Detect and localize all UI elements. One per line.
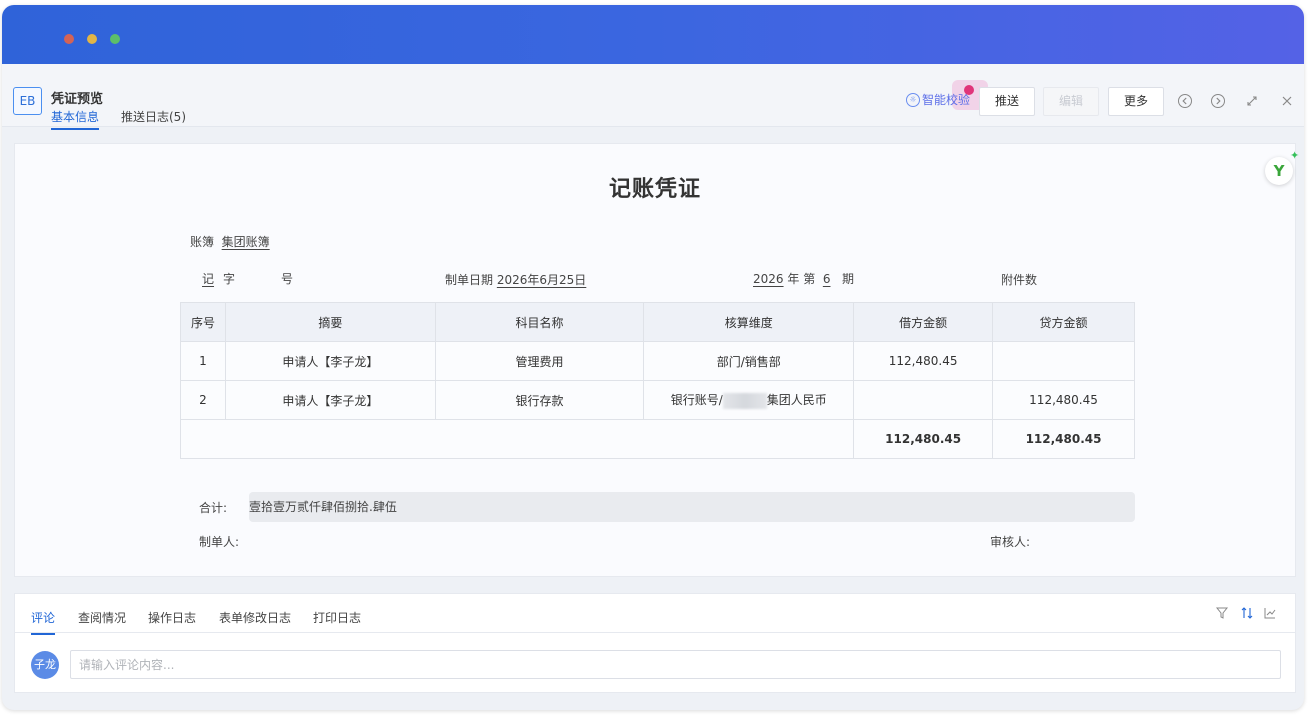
app-window: EB 凭证预览 基本信息 推送日志(5) ☼ 智能校验 推送 编辑 更多 Y ✦… [2,5,1304,710]
redacted-account [722,392,767,409]
edit-button[interactable]: 编辑 [1043,87,1099,116]
total-credit: 112,480.45 [992,419,1135,459]
row-number: 2 [180,380,226,420]
maximize-window-dot[interactable] [110,34,120,44]
sparkle-icon: ✦ [1290,149,1300,162]
total-spacer [179,419,855,459]
column-header: 摘要 [224,302,436,342]
table-header-row: 序号 摘要 科目名称 核算维度 借方金额 贷方金额 [180,302,1135,342]
row-debit [853,380,994,420]
page-title: 凭证预览 [51,92,104,107]
total-row: 112,480.45 112,480.45 [179,419,1135,459]
ledger-label: 账簿 [190,235,215,249]
voucher-panel: Y ✦ 记账凭证 账簿 集团账簿 记 字 号 制单日期 2026年6月25日 2… [14,143,1300,577]
sum-label: 合计: [199,501,228,515]
reviewer-label: 审核人: [990,535,1031,549]
close-window-dot[interactable] [64,34,74,44]
row-dimension: 部门/销售部 [643,341,855,381]
tab-divider [15,632,1295,633]
row-dimension: 银行账号/集团人民币 [643,380,855,420]
dimension-text-suffix: 集团人民币 [766,393,827,408]
more-button[interactable]: 更多 [1108,87,1164,116]
table-row: 1 申请人【李子龙】 管理费用 部门/销售部 112,480.45 [180,341,1135,381]
sum-text-box: 壹拾壹万贰仟肆佰捌拾.肆伍 [249,492,1135,522]
row-number: 1 [180,341,226,381]
voucher-number-label: 号 [281,272,294,286]
column-header: 贷方金额 [992,302,1135,342]
column-header: 科目名称 [434,302,645,342]
push-button[interactable]: 推送 [979,87,1035,116]
ledger-value: 集团账簿 [221,235,270,249]
date-row: 制单日期 2026年6月25日 [445,271,586,288]
page-header: EB 凭证预览 基本信息 推送日志(5) ☼ 智能校验 推送 编辑 更多 [2,64,1304,130]
filter-icon[interactable] [1215,606,1229,620]
row-credit: 112,480.45 [992,380,1135,420]
row-account: 管理费用 [434,341,645,381]
title-bar [2,5,1304,64]
year-label: 年 第 [787,272,816,286]
ledger-row: 账簿 集团账簿 [190,233,270,250]
tab-operation-log[interactable]: 操作日志 [148,609,196,626]
minimize-window-dot[interactable] [87,34,97,44]
smart-check-icon: ☼ [906,92,920,107]
app-badge: EB [13,87,42,115]
row-debit: 112,480.45 [853,341,994,381]
date-value: 2026年6月25日 [496,273,587,287]
smart-check-button[interactable]: ☼ 智能校验 [906,91,970,108]
smart-check-label: 智能校验 [922,93,971,107]
voucher-table: 序号 摘要 科目名称 核算维度 借方金额 贷方金额 1 申请人【李子龙】 管理费… [179,302,1135,459]
sort-icon[interactable] [1240,606,1254,620]
expand-icon[interactable] [1244,93,1260,109]
close-icon[interactable] [1279,93,1295,109]
table-row: 2 申请人【李子龙】 银行存款 银行账号/集团人民币 112,480.45 [180,380,1135,420]
voucher-word: 记 [202,272,215,286]
tab-views[interactable]: 查阅情况 [78,609,126,626]
period-row: 2026 年 第 6 期 [753,270,854,287]
column-header: 借方金额 [853,302,994,342]
notification-dot [964,85,974,95]
total-debit: 112,480.45 [853,419,994,459]
next-icon[interactable] [1210,93,1226,109]
column-header: 序号 [180,302,226,342]
previous-icon[interactable] [1177,93,1193,109]
tab-basic-info[interactable]: 基本信息 [51,108,100,130]
comment-input[interactable] [70,650,1281,679]
tab-print-log[interactable]: 打印日志 [313,609,361,626]
tab-push-log[interactable]: 推送日志(5) [121,108,186,125]
period-label: 期 [841,272,854,286]
row-summary: 申请人【李子龙】 [224,341,436,381]
dimension-text: 部门/销售部 [716,354,781,369]
maker-label: 制单人: [199,535,240,549]
voucher-title: 记账凭证 [608,177,701,202]
attachment-label: 附件数 [1001,273,1038,287]
column-header: 核算维度 [643,302,855,342]
avatar: 子龙 [31,651,59,679]
voucher-zi-label: 字 [223,272,236,286]
period-value: 6 [822,272,831,286]
row-credit [992,341,1135,381]
chart-icon[interactable] [1263,606,1277,620]
row-summary: 申请人【李子龙】 [224,380,436,420]
dimension-text: 银行账号/ [670,393,723,408]
tab-comments[interactable]: 评论 [31,609,56,635]
year-value: 2026 [753,272,784,286]
comment-panel: 评论 查阅情况 操作日志 表单修改日志 打印日志 子龙 [14,593,1296,693]
row-account: 银行存款 [434,380,645,420]
date-label: 制单日期 [445,273,494,287]
tab-form-change-log[interactable]: 表单修改日志 [219,609,291,626]
